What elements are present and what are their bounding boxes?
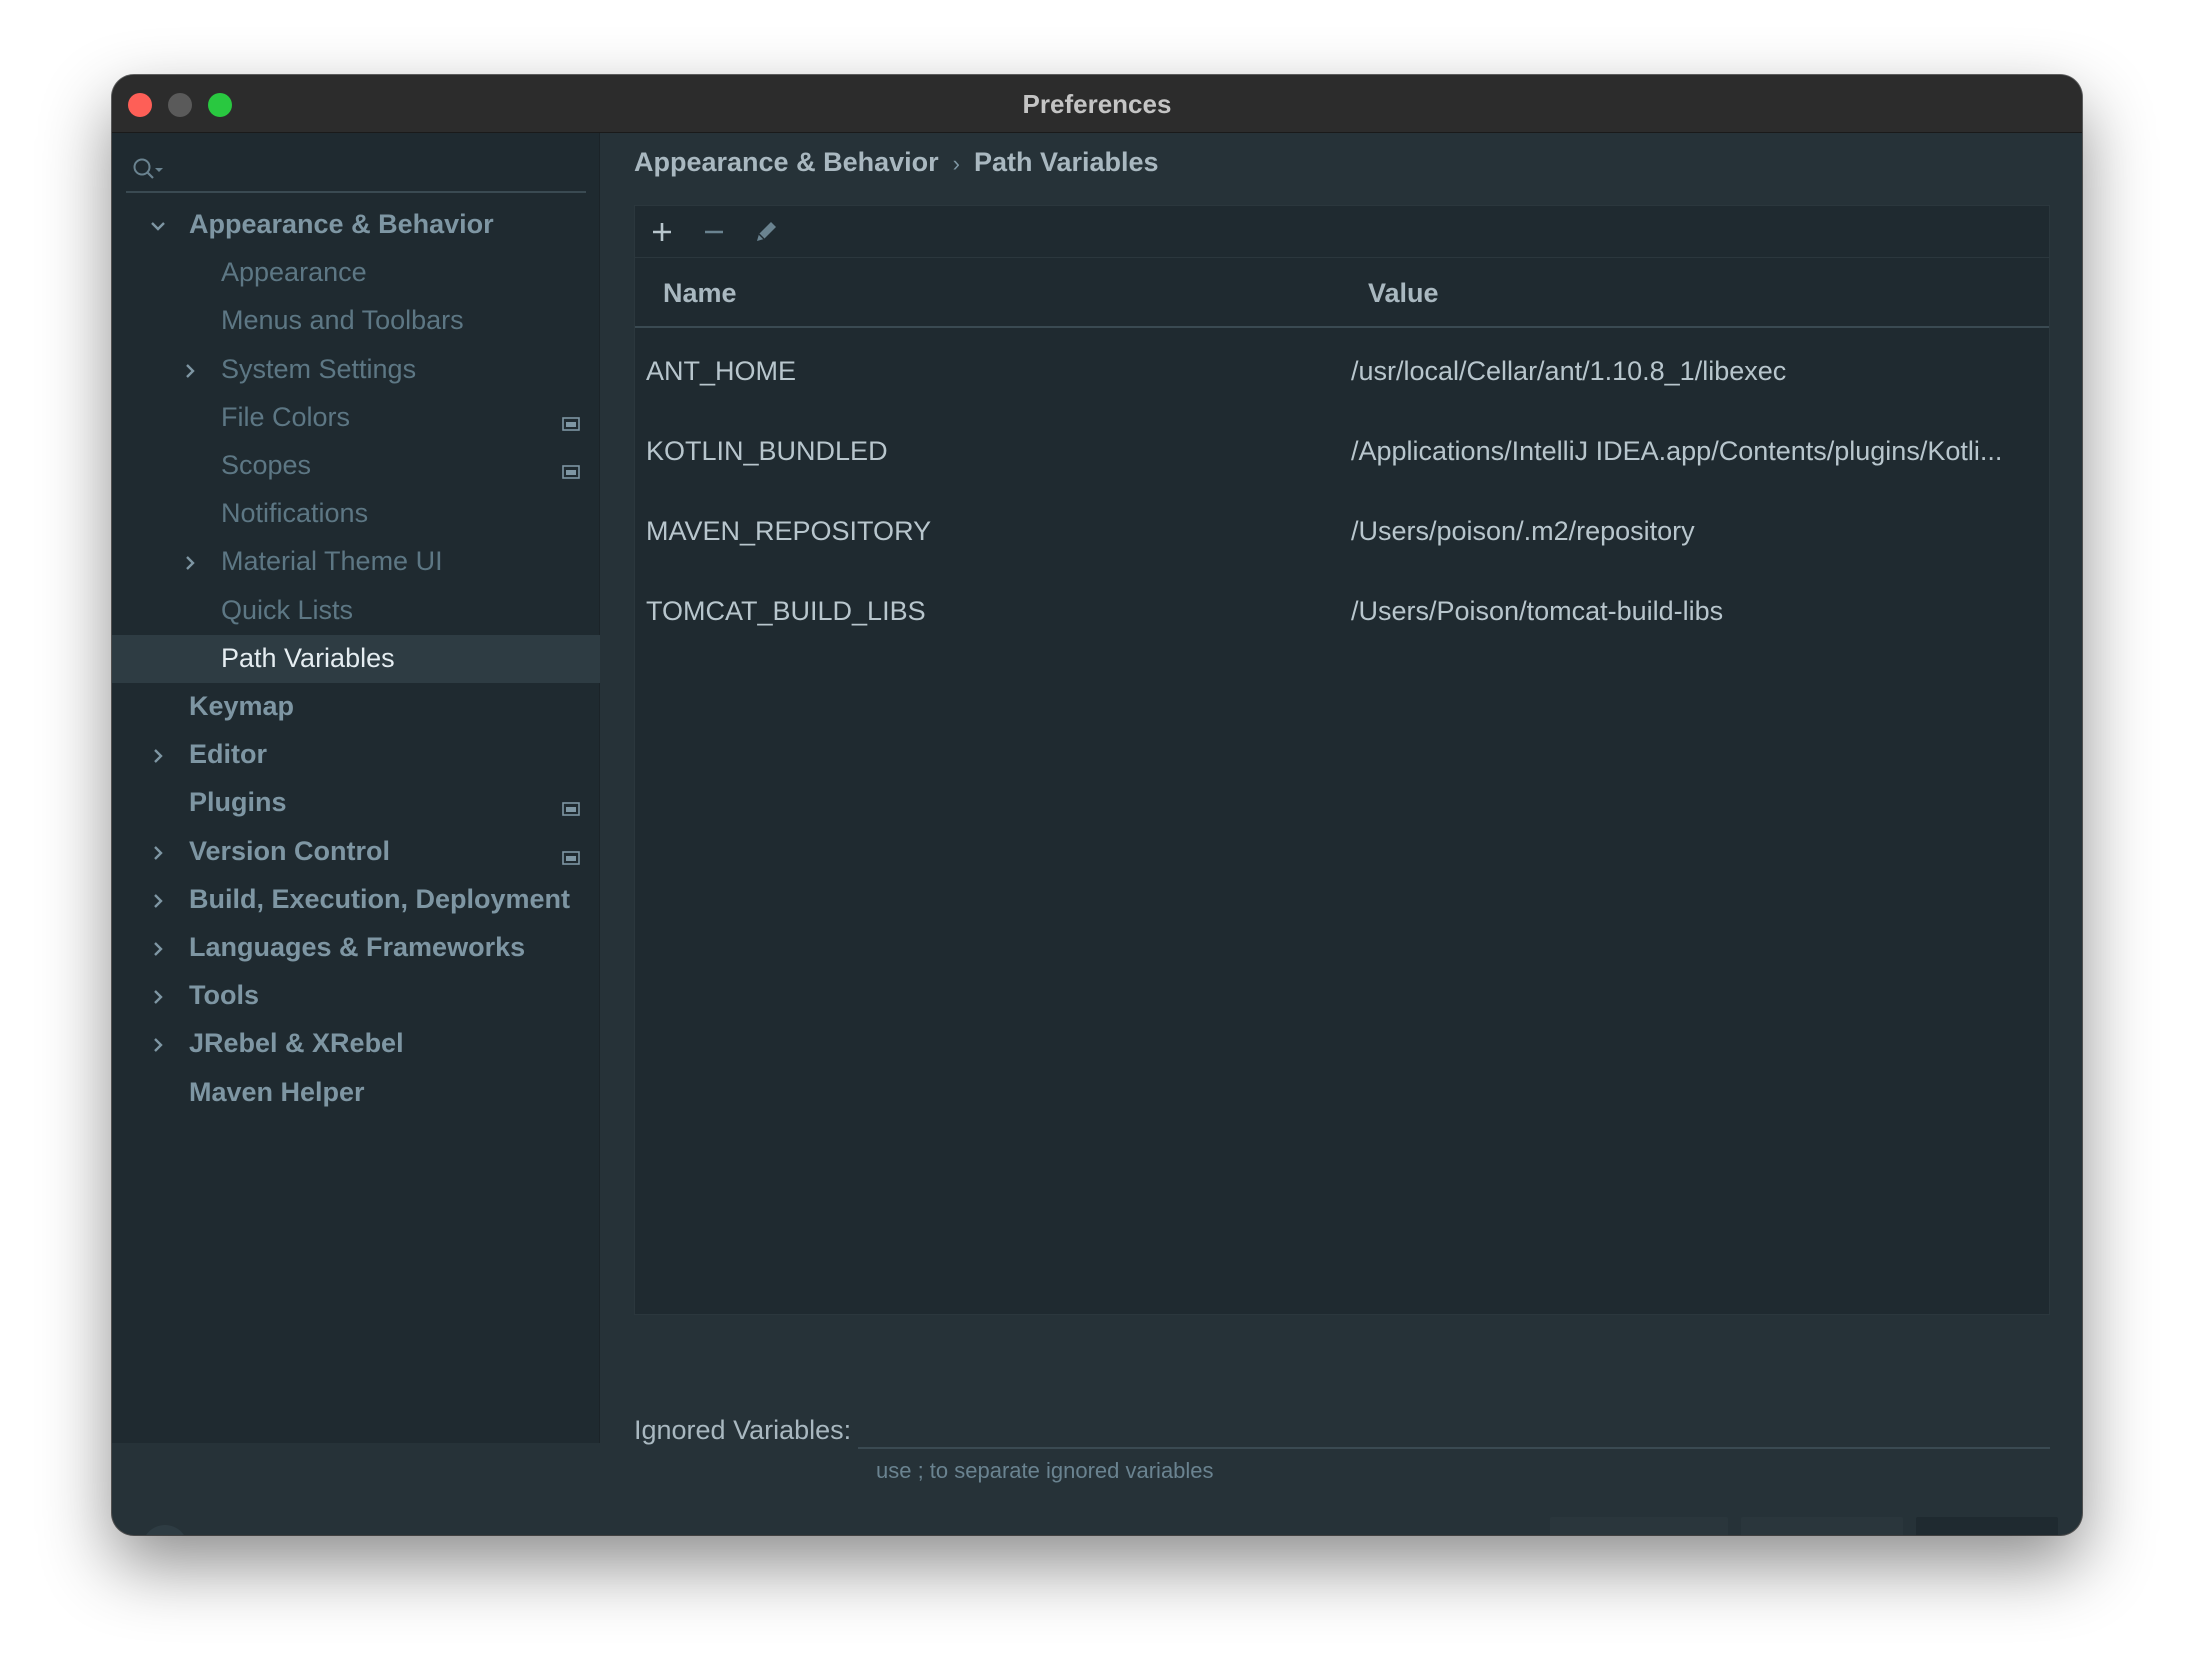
sidebar-item[interactable]: Plugins xyxy=(112,779,600,827)
sidebar-item[interactable]: Quick Lists xyxy=(112,587,600,635)
window-title: Preferences xyxy=(1022,89,1172,119)
sidebar-item-label: File Colors xyxy=(221,401,351,432)
variable-value-cell: /Users/Poison/tomcat-build-libs xyxy=(1351,596,1724,626)
table-row[interactable]: MAVEN_REPOSITORY/Users/poison/.m2/reposi… xyxy=(635,492,2049,572)
settings-search[interactable] xyxy=(126,147,586,193)
chevron-right-icon[interactable] xyxy=(147,936,169,958)
path-variables-panel: Appearance & Behavior › Path Variables N… xyxy=(142,133,2082,1535)
variable-name-cell: TOMCAT_BUILD_LIBS xyxy=(646,596,926,626)
settings-sidebar: Appearance & Behavior Appearance Menus and… xyxy=(112,133,600,1443)
search-icon xyxy=(132,157,166,188)
variable-name-cell: KOTLIN_BUNDLED xyxy=(646,436,888,466)
pencil-icon[interactable] xyxy=(750,216,782,248)
sidebar-item-label: Maven Helper xyxy=(189,1076,365,1107)
breadcrumb-separator: › xyxy=(952,151,960,176)
project-level-icon xyxy=(562,793,580,824)
chevron-right-icon[interactable] xyxy=(147,1032,169,1054)
table-row[interactable]: ANT_HOME/usr/local/Cellar/ant/1.10.8_1/l… xyxy=(635,332,2049,412)
sidebar-item[interactable]: Appearance & Behavior xyxy=(112,201,600,249)
chevron-right-icon[interactable] xyxy=(147,840,169,862)
sidebar-item[interactable]: Material Theme UI xyxy=(112,538,600,586)
sidebar-item-label: Notifications xyxy=(221,498,369,529)
sidebar-item-label: Keymap xyxy=(189,691,295,721)
plus-icon[interactable] xyxy=(646,216,678,248)
chevron-down-icon[interactable] xyxy=(147,213,169,235)
sidebar-item[interactable]: JRebel & XRebel xyxy=(112,1020,600,1068)
ok-button[interactable]: OK xyxy=(1916,1517,2058,1535)
ignored-variables-label: Ignored Variables: xyxy=(634,1415,852,1445)
sidebar-item-label: Menus and Toolbars xyxy=(221,305,464,336)
sidebar-item-label: Build, Execution, Deployment xyxy=(189,883,571,914)
chevron-right-icon[interactable] xyxy=(179,358,201,380)
sidebar-item-label: Tools xyxy=(189,980,259,1011)
variable-value-cell: /Users/poison/.m2/repository xyxy=(1351,516,1695,546)
project-level-icon xyxy=(562,456,580,487)
column-header-value[interactable]: Value xyxy=(1368,278,1439,309)
ignored-variables-input[interactable] xyxy=(858,1405,2050,1449)
sidebar-item[interactable]: Languages & Frameworks xyxy=(112,924,600,972)
sidebar-item-label: Path Variables xyxy=(221,642,395,673)
sidebar-item-label: Scopes xyxy=(221,450,312,480)
sidebar-item-label: JRebel & XRebel xyxy=(189,1028,404,1059)
sidebar-item[interactable]: Keymap xyxy=(112,683,600,731)
sidebar-item[interactable]: Appearance xyxy=(112,249,600,297)
table-row[interactable]: TOMCAT_BUILD_LIBS/Users/Poison/tomcat-bu… xyxy=(635,572,2049,652)
preferences-window: Preferences Appearance & Behavior Appeara… xyxy=(112,75,2082,1535)
path-variables-table: Name Value ANT_HOME/usr/local/Cellar/ant… xyxy=(634,205,2050,1315)
sidebar-item-label: Languages & Frameworks xyxy=(189,932,526,962)
variable-name-cell: ANT_HOME xyxy=(646,356,797,386)
apply-button[interactable]: APPLY xyxy=(1741,1517,1903,1535)
sidebar-item-label: Appearance xyxy=(221,257,367,288)
minus-icon[interactable] xyxy=(698,216,730,248)
chevron-right-icon[interactable] xyxy=(147,984,169,1006)
sidebar-item[interactable]: Maven Helper xyxy=(112,1069,600,1117)
variable-name-cell: MAVEN_REPOSITORY xyxy=(646,516,932,546)
sidebar-item[interactable]: Path Variables xyxy=(112,634,600,683)
chevron-right-icon[interactable] xyxy=(179,550,201,572)
sidebar-item-label: Editor xyxy=(189,739,267,770)
sidebar-item[interactable]: Scopes xyxy=(112,442,600,490)
project-level-icon xyxy=(562,842,580,873)
breadcrumb-current: Path Variables xyxy=(973,147,1159,177)
breadcrumb: Appearance & Behavior › Path Variables xyxy=(634,147,1159,178)
table-row[interactable]: KOTLIN_BUNDLED/Applications/IntelliJ IDE… xyxy=(635,412,2049,492)
breadcrumb-parent[interactable]: Appearance & Behavior xyxy=(634,147,939,177)
sidebar-item[interactable]: Editor xyxy=(112,731,600,779)
sidebar-item[interactable]: Build, Execution, Deployment xyxy=(112,876,600,924)
project-level-icon xyxy=(562,408,580,439)
sidebar-item[interactable]: Tools xyxy=(112,972,600,1020)
sidebar-item-label: Material Theme UI xyxy=(221,546,443,577)
sidebar-item-label: Plugins xyxy=(189,787,287,818)
sidebar-item-label: Quick Lists xyxy=(221,594,354,625)
sidebar-item[interactable]: Version Control xyxy=(112,828,600,876)
title-bar: Preferences xyxy=(112,75,2082,133)
sidebar-item-label: System Settings xyxy=(221,353,417,384)
table-header: Name Value xyxy=(635,258,2049,328)
sidebar-item-label: Version Control xyxy=(189,835,391,866)
column-header-name[interactable]: Name xyxy=(663,278,737,309)
help-button[interactable]: ? xyxy=(142,1525,188,1535)
sidebar-item[interactable]: File Colors xyxy=(112,394,600,442)
sidebar-item[interactable]: Notifications xyxy=(112,490,600,538)
variable-value-cell: /Applications/IntelliJ IDEA.app/Contents… xyxy=(1351,436,2003,466)
chevron-right-icon[interactable] xyxy=(147,743,169,765)
sidebar-item[interactable]: System Settings xyxy=(112,346,600,394)
ignored-variables-hint: use ; to separate ignored variables xyxy=(876,1458,1214,1483)
chevron-right-icon[interactable] xyxy=(147,888,169,910)
sidebar-item[interactable]: Menus and Toolbars xyxy=(112,297,600,345)
variable-value-cell: /usr/local/Cellar/ant/1.10.8_1/libexec xyxy=(1351,356,1787,386)
table-toolbar xyxy=(635,206,2049,258)
cancel-button[interactable]: CANCEL xyxy=(1550,1517,1728,1535)
sidebar-item-label: Appearance & Behavior xyxy=(189,209,494,239)
